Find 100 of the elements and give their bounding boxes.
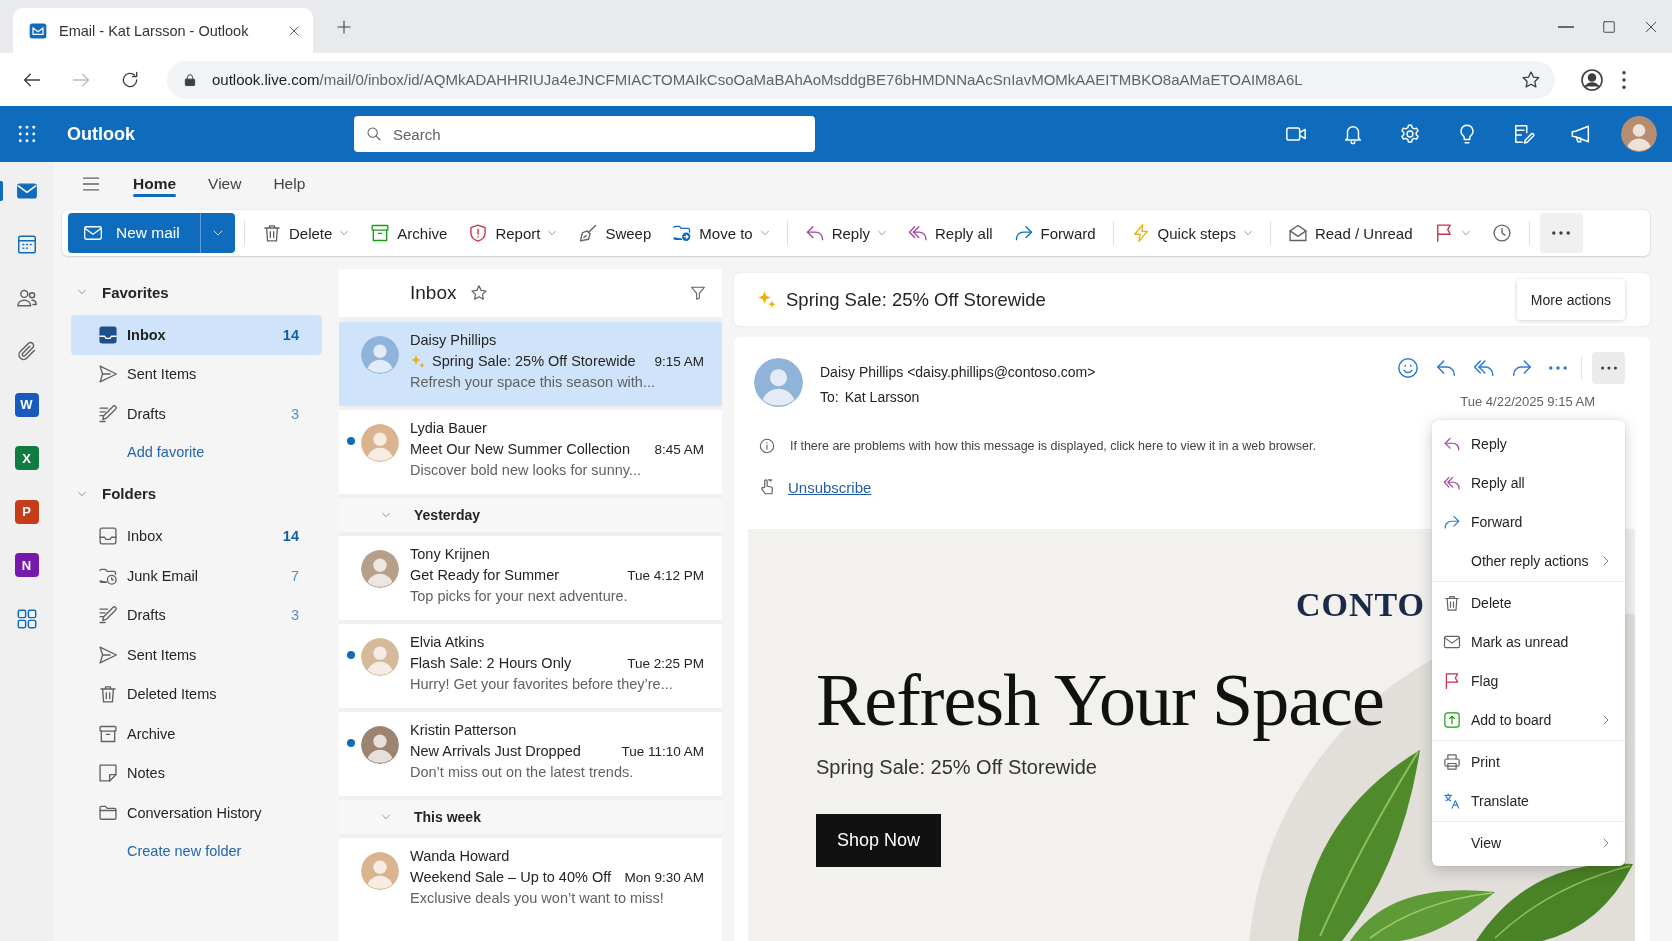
folder-item[interactable]: Inbox 14 [71, 516, 322, 556]
menu-item[interactable]: Other reply actions [1432, 541, 1625, 580]
maximize-icon[interactable] [1602, 19, 1616, 34]
letter-tile: P [14, 499, 39, 524]
folder-item[interactable]: Sent Items [71, 635, 322, 675]
profile-icon[interactable] [1580, 67, 1604, 92]
dot-grid-icon[interactable] [18, 125, 36, 143]
sender-name: Elvia Atkins [410, 633, 486, 652]
new-tab-icon[interactable] [336, 18, 352, 35]
sender-name: Tony Krijnen [410, 545, 491, 564]
menu-item[interactable]: Forward [1432, 502, 1625, 541]
address-field[interactable]: outlook.live.com/mail/0/inbox/id/AQMkADAHHRIUJa4eJNCFMIACTOMAIkCsoOaMaBAhAoMsddgBE76bHMDNNaAcSnIavMOMkAAEITMBKO8aAMaETOAIM8A6L [167, 60, 1555, 99]
more-actions-button[interactable]: More actions [1516, 279, 1625, 320]
menu-item[interactable]: Flag [1432, 661, 1625, 700]
report-button[interactable]: Report [460, 215, 566, 251]
forward-button[interactable]: Forward [1005, 215, 1104, 251]
shop-button[interactable]: Shop Now [816, 814, 942, 867]
forward-arrow-icon[interactable] [1511, 357, 1533, 379]
user-avatar [361, 852, 399, 890]
ribbon-tab[interactable]: Home [121, 162, 189, 206]
reply-all-arrow-icon[interactable] [1473, 357, 1495, 379]
item-count: 3 [290, 607, 299, 624]
read-unread-button[interactable]: Read / Unread [1279, 215, 1421, 251]
settings-icon[interactable] [1399, 123, 1421, 145]
folder-item[interactable]: Deleted Items [71, 674, 322, 714]
to-label: To: [820, 388, 839, 407]
user-avatar [1621, 116, 1657, 152]
close-icon[interactable] [1644, 19, 1658, 34]
app-button[interactable]: N [0, 538, 53, 592]
reply-all-button[interactable]: Reply all [900, 215, 1001, 251]
bell-icon[interactable] [1342, 123, 1364, 145]
ribbon-tab[interactable]: Help [261, 162, 318, 206]
app-button[interactable]: P [0, 485, 53, 539]
app-button[interactable]: X [0, 431, 53, 485]
menu-item[interactable]: Mark as unread [1432, 622, 1625, 661]
app-button[interactable]: W [0, 378, 53, 432]
reply-all-arrow-icon [908, 223, 928, 243]
menu-item[interactable]: Reply [1432, 424, 1625, 463]
folder-item[interactable]: Sent Items [71, 354, 322, 394]
reload-icon[interactable] [120, 69, 140, 90]
send-icon [98, 644, 118, 665]
message-subject: Flash Sale: 2 Hours Only [410, 654, 573, 673]
sender-name: Daisy Phillips [410, 331, 498, 350]
reply-button[interactable]: Reply [796, 215, 895, 251]
smiley-icon[interactable] [1397, 357, 1419, 379]
sender-address: Daisy Phillips <daisy.phillips@contoso.com> [820, 363, 1096, 382]
note-pen-icon[interactable] [1513, 123, 1535, 145]
message-subject: Spring Sale: 25% Off Storewide [432, 352, 637, 371]
star-icon[interactable] [470, 284, 489, 302]
folder-item[interactable]: Drafts 3 [71, 595, 322, 635]
item-count: 14 [282, 326, 299, 343]
folder-item[interactable]: Inbox 14 [71, 315, 322, 355]
sweep-button[interactable]: Sweep [570, 215, 660, 251]
minimize-icon[interactable] [1558, 25, 1574, 28]
menu-item[interactable]: Delete [1432, 583, 1625, 622]
archive-button[interactable]: Archive [362, 215, 456, 251]
app-title: Outlook [67, 123, 135, 145]
filter-icon[interactable] [690, 285, 706, 301]
reply-arrow-icon[interactable] [1435, 357, 1457, 379]
message-item[interactable]: Daisy Phillips Spring Sale: 25% Off Storewide 9:15 AM Refresh your space this season with... [339, 318, 722, 406]
message-time: 9:15 AM [654, 353, 704, 371]
delete-button[interactable]: Delete [254, 215, 358, 251]
menu-item[interactable]: Print [1432, 742, 1625, 781]
quick-steps-button[interactable]: Quick steps [1122, 215, 1261, 251]
search-field[interactable]: Search [354, 116, 815, 152]
folder-action-link[interactable]: Add favorite [71, 433, 322, 470]
folder-item[interactable]: Archive [71, 714, 322, 754]
inbox-icon [98, 526, 118, 547]
menu-item[interactable]: Translate [1432, 781, 1625, 820]
folder-item[interactable]: Junk Email 7 [71, 556, 322, 596]
close-icon[interactable] [288, 24, 300, 37]
section-header[interactable]: Folders [71, 477, 322, 510]
date-group-header[interactable]: This week [339, 796, 722, 834]
forward-arrow-icon [1013, 223, 1034, 243]
menu-item[interactable]: Add to board [1432, 700, 1625, 739]
info-icon [759, 438, 775, 454]
promo-headline: Refresh Your Space [816, 658, 1384, 742]
folder-action-link[interactable]: Create new folder [71, 832, 322, 869]
item-count: 3 [290, 405, 299, 422]
more-icon[interactable] [1549, 366, 1567, 370]
menu-item[interactable]: View [1432, 823, 1625, 862]
folder-item[interactable]: Conversation History [71, 793, 322, 833]
message-preview: Exclusive deals you won’t want to miss! [410, 889, 665, 908]
ribbon-tab[interactable]: View [196, 162, 254, 206]
folder-item[interactable]: Drafts 3 [71, 394, 322, 434]
message-date: Tue 4/22/2025 9:15 AM [1460, 393, 1595, 411]
list-title: Inbox [410, 282, 457, 304]
move-to-button[interactable]: Move to [664, 215, 778, 251]
menu-item[interactable]: Reply all [1432, 463, 1625, 502]
date-group-header[interactable]: Yesterday [339, 494, 722, 532]
star-icon[interactable] [1521, 69, 1541, 90]
megaphone-icon[interactable] [1570, 123, 1592, 145]
folder-item[interactable]: Notes [71, 753, 322, 793]
section-header[interactable]: Favorites [71, 276, 322, 308]
unsubscribe-link[interactable]: Unsubscribe [788, 478, 872, 496]
message-time: Tue 4:12 PM [627, 567, 704, 585]
kebab-menu-icon[interactable] [1622, 70, 1626, 89]
browser-tab[interactable]: Email - Kat Larsson - Outlook [13, 8, 313, 53]
new-mail-button[interactable]: New mail [68, 213, 200, 253]
message-time: Tue 11:10 AM [621, 743, 704, 761]
